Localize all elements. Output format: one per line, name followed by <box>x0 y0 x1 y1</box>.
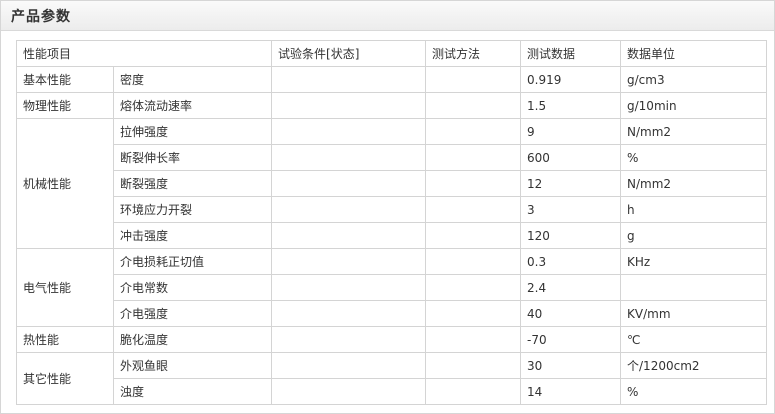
condition-cell <box>271 352 427 379</box>
value-cell: -70 <box>520 326 622 353</box>
item-cell: 外观鱼眼 <box>112 352 273 379</box>
method-cell <box>425 274 522 301</box>
category-cell: 电气性能 <box>16 248 114 327</box>
table-header-row: 性能项目 试验条件[状态] 测试方法 测试数据 数据单位 <box>15 40 768 67</box>
table-row: 机械性能 拉伸强度 9 N/mm2 <box>16 118 768 249</box>
unit-cell: % <box>620 144 768 171</box>
unit-cell: g <box>620 222 768 249</box>
unit-cell: KV/mm <box>620 300 768 327</box>
table-row: 环境应力开裂 3 h <box>17 196 768 223</box>
condition-cell <box>271 222 427 249</box>
condition-cell <box>271 300 427 327</box>
value-cell: 3 <box>520 196 622 223</box>
value-cell: 40 <box>520 300 622 327</box>
panel-title: 产品参数 <box>11 8 71 25</box>
value-cell: 9 <box>520 118 622 145</box>
table-row: 物理性能 熔体流动速率 1.5 g/10min <box>16 92 768 119</box>
value-cell: 120 <box>520 222 622 249</box>
method-cell <box>425 66 522 93</box>
unit-cell: g/cm3 <box>620 66 768 93</box>
table-row: 电气性能 介电损耗正切值 0.3 KHz <box>16 248 768 327</box>
unit-cell: h <box>620 196 768 223</box>
unit-cell <box>620 274 768 301</box>
item-cell: 浊度 <box>112 378 273 405</box>
condition-cell <box>271 326 427 353</box>
category-cell: 基本性能 <box>16 66 114 93</box>
unit-cell: N/mm2 <box>620 170 768 197</box>
condition-cell <box>271 170 427 197</box>
value-cell: 2.4 <box>520 274 622 301</box>
table-row: 其它性能 外观鱼眼 30 个/1200cm2 <box>16 352 768 405</box>
item-cell: 介电常数 <box>112 274 273 301</box>
table-row: 断裂伸长率 600% <box>17 144 768 171</box>
category-cell: 机械性能 <box>16 118 114 249</box>
condition-cell <box>271 92 427 119</box>
item-cell: 介电损耗正切值 <box>112 248 273 275</box>
condition-cell <box>271 274 427 301</box>
item-cell: 熔体流动速率 <box>112 92 273 119</box>
table-row: 介电常数 2.4 <box>17 274 768 301</box>
value-cell: 0.3 <box>520 248 622 275</box>
category-cell: 其它性能 <box>16 352 114 405</box>
item-cell: 冲击强度 <box>112 222 273 249</box>
item-cell: 密度 <box>112 66 273 93</box>
condition-cell <box>271 118 427 145</box>
value-cell: 30 <box>520 352 622 379</box>
condition-cell <box>271 196 427 223</box>
unit-cell: N/mm2 <box>620 118 768 145</box>
value-cell: 14 <box>520 378 622 405</box>
method-cell <box>425 144 522 171</box>
unit-cell: % <box>620 378 768 405</box>
table-row: 浊度 14% <box>17 378 768 405</box>
category-cell: 热性能 <box>16 326 114 353</box>
method-cell <box>425 352 522 379</box>
value-cell: 600 <box>520 144 622 171</box>
method-cell <box>425 170 522 197</box>
panel-header: 产品参数 <box>1 1 774 31</box>
category-cell: 物理性能 <box>16 92 114 119</box>
column-header-unit: 数据单位 <box>620 40 768 67</box>
method-cell <box>425 248 522 275</box>
unit-cell: g/10min <box>620 92 768 119</box>
condition-cell <box>271 378 427 405</box>
method-cell <box>425 300 522 327</box>
item-cell: 介电强度 <box>112 300 273 327</box>
column-header-condition: 试验条件[状态] <box>271 40 427 67</box>
method-cell <box>425 92 522 119</box>
item-cell: 环境应力开裂 <box>112 196 273 223</box>
value-cell: 0.919 <box>520 66 622 93</box>
table-row: 断裂强度 12 N/mm2 <box>17 170 768 197</box>
item-cell: 拉伸强度 <box>112 118 273 145</box>
method-cell <box>425 378 522 405</box>
product-params-panel: 产品参数 性能项目 试验条件[状态] 测试方法 测试数据 数据单位 基本性能 密度… <box>0 0 775 414</box>
method-cell <box>425 326 522 353</box>
table-row: 热性能 脆化温度 -70 ℃ <box>16 326 768 353</box>
item-cell: 断裂强度 <box>112 170 273 197</box>
table-row: 冲击强度 120 g <box>17 222 768 249</box>
table-row: 介电强度 40 KV/mm <box>17 300 768 327</box>
params-table: 性能项目 试验条件[状态] 测试方法 测试数据 数据单位 基本性能 密度 0.919… <box>15 40 768 405</box>
value-cell: 12 <box>520 170 622 197</box>
item-cell: 断裂伸长率 <box>112 144 273 171</box>
unit-cell: ℃ <box>620 326 768 353</box>
item-cell: 脆化温度 <box>112 326 273 353</box>
unit-cell: KHz <box>620 248 768 275</box>
column-header-method: 测试方法 <box>425 40 522 67</box>
condition-cell <box>271 66 427 93</box>
value-cell: 1.5 <box>520 92 622 119</box>
method-cell <box>425 118 522 145</box>
unit-cell: 个/1200cm2 <box>620 352 768 379</box>
params-table-wrap: 性能项目 试验条件[状态] 测试方法 测试数据 数据单位 基本性能 密度 0.919… <box>15 40 768 405</box>
method-cell <box>425 196 522 223</box>
column-header-item: 性能项目 <box>15 40 273 67</box>
method-cell <box>425 222 522 249</box>
column-header-value: 测试数据 <box>520 40 622 67</box>
table-row: 基本性能 密度 0.919 g/cm3 <box>16 66 768 93</box>
condition-cell <box>271 144 427 171</box>
condition-cell <box>271 248 427 275</box>
